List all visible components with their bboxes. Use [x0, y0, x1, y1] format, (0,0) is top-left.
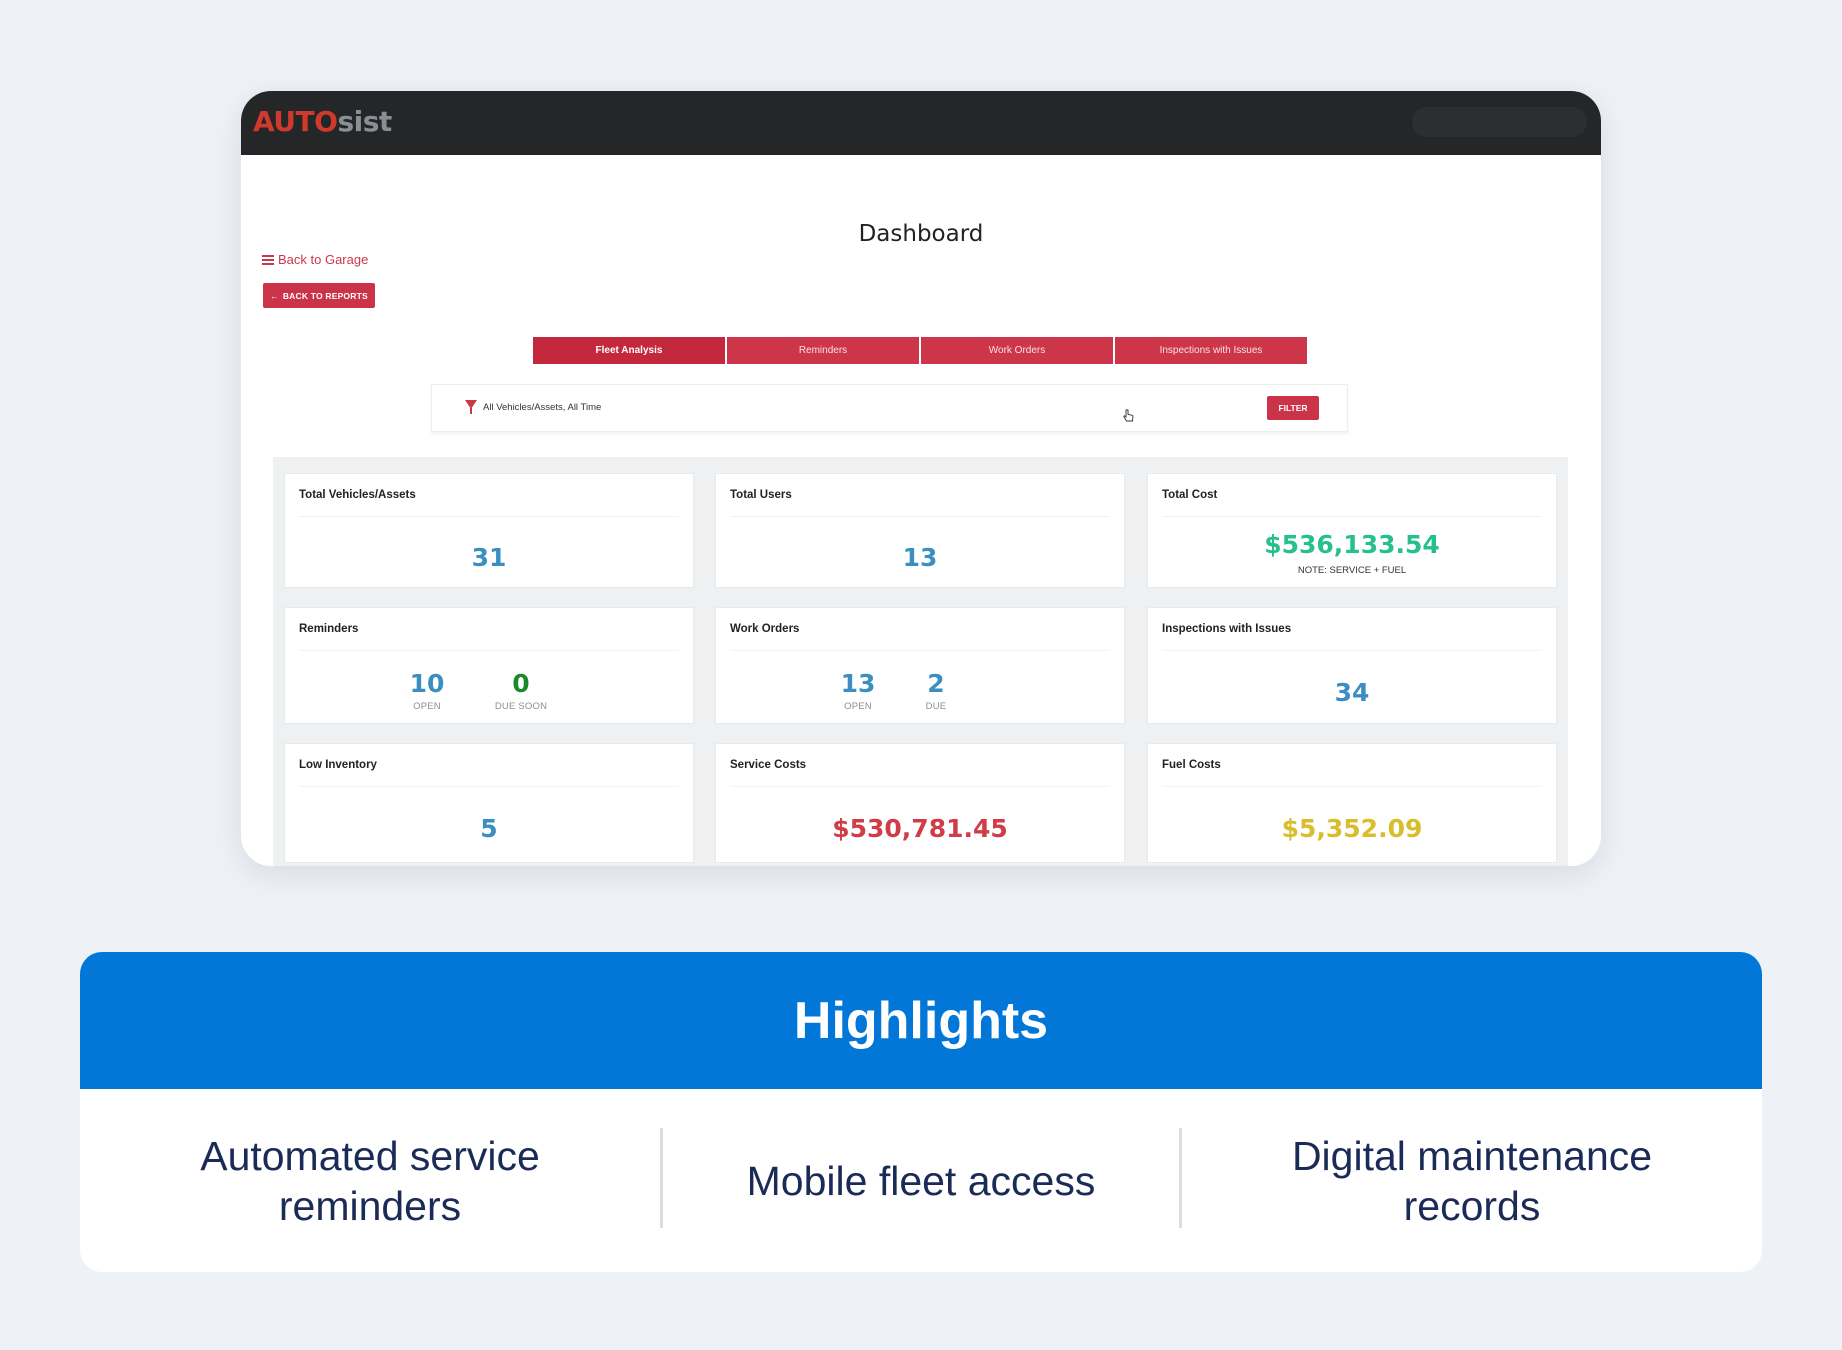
reminders-due-soon-label: DUE SOON	[494, 701, 548, 712]
autosist-logo[interactable]: AUTOsist	[253, 105, 392, 138]
work-orders-open: 13 OPEN	[813, 669, 903, 712]
tab-reminders[interactable]: Reminders	[727, 337, 919, 364]
highlight-digital-records: Digital maintenance records	[1182, 1089, 1762, 1272]
tab-inspections-with-issues[interactable]: Inspections with Issues	[1115, 337, 1307, 364]
arrow-left-icon: ←	[270, 290, 279, 301]
card-fuel-costs[interactable]: Fuel Costs $5,352.09	[1147, 743, 1557, 863]
highlights-panel: Highlights Automated service reminders Mo…	[80, 952, 1762, 1272]
card-title: Low Inventory	[299, 759, 377, 771]
tab-work-orders[interactable]: Work Orders	[921, 337, 1113, 364]
card-service-costs[interactable]: Service Costs $530,781.45	[715, 743, 1125, 863]
filter-bar: All Vehicles/Assets, All Time FILTER	[431, 384, 1348, 432]
reminders-open-label: OPEN	[413, 701, 441, 712]
total-cost-value: $536,133.54	[1264, 530, 1440, 559]
back-to-garage-label: Back to Garage	[278, 252, 369, 267]
card-low-inventory[interactable]: Low Inventory 5	[284, 743, 694, 863]
card-title: Fuel Costs	[1162, 759, 1221, 771]
card-divider	[1162, 786, 1542, 787]
highlight-automated-reminders: Automated service reminders	[80, 1089, 660, 1272]
highlight-line: records	[1403, 1182, 1541, 1229]
work-orders-due-label: DUE	[925, 701, 947, 712]
total-cost-note: NOTE: SERVICE + FUEL	[1297, 565, 1407, 576]
back-to-reports-button[interactable]: ← BACK TO REPORTS	[263, 283, 375, 308]
work-orders-due-count: 2	[927, 669, 945, 698]
card-reminders[interactable]: Reminders 10 OPEN 0 DUE SOON	[284, 607, 694, 724]
card-divider	[730, 516, 1110, 517]
card-divider	[730, 650, 1110, 651]
reminders-open: 10 OPEN	[382, 669, 472, 712]
card-work-orders[interactable]: Work Orders 13 OPEN 2 DUE	[715, 607, 1125, 724]
service-costs-value: $530,781.45	[832, 814, 1008, 843]
card-total-users[interactable]: Total Users 13	[715, 473, 1125, 588]
card-divider	[299, 650, 679, 651]
card-title: Total Users	[730, 489, 792, 501]
highlight-line: Mobile fleet access	[746, 1157, 1096, 1204]
page-title: Dashboard	[858, 221, 984, 247]
total-users-value: 13	[902, 543, 938, 572]
card-divider	[1162, 516, 1542, 517]
highlight-mobile-access: Mobile fleet access	[663, 1089, 1179, 1272]
low-inventory-value: 5	[480, 814, 498, 843]
highlight-line: Digital maintenance	[1291, 1132, 1653, 1179]
fuel-costs-value: $5,352.09	[1281, 814, 1423, 843]
card-title: Total Vehicles/Assets	[299, 489, 416, 501]
card-title: Inspections with Issues	[1162, 623, 1292, 635]
back-to-garage-link[interactable]: Back to Garage	[262, 252, 368, 267]
card-total-cost[interactable]: Total Cost $536,133.54 NOTE: SERVICE + F…	[1147, 473, 1557, 588]
card-title: Work Orders	[730, 623, 800, 635]
filter-funnel-icon	[465, 400, 477, 414]
reminders-due-soon-count: 0	[512, 669, 530, 698]
filter-summary: All Vehicles/Assets, All Time	[483, 402, 602, 413]
list-icon	[262, 254, 274, 265]
work-orders-open-count: 13	[840, 669, 876, 698]
navbar-search-box[interactable]	[1412, 107, 1587, 137]
reminders-due-soon: 0 DUE SOON	[476, 669, 566, 712]
total-vehicles-value: 31	[471, 543, 507, 572]
highlights-title: Highlights	[793, 991, 1049, 1050]
card-title: Total Cost	[1162, 489, 1218, 501]
inspections-value: 34	[1334, 678, 1370, 707]
card-total-vehicles[interactable]: Total Vehicles/Assets 31	[284, 473, 694, 588]
work-orders-open-label: OPEN	[844, 701, 872, 712]
hand-cursor-icon	[1123, 409, 1134, 422]
card-divider	[299, 516, 679, 517]
highlight-line: Automated service	[200, 1132, 540, 1179]
card-title: Service Costs	[730, 759, 807, 771]
reminders-open-count: 10	[409, 669, 445, 698]
filter-button[interactable]: FILTER	[1267, 396, 1319, 420]
logo-secondary: sist	[337, 105, 392, 138]
card-title: Reminders	[299, 623, 359, 635]
card-divider	[1162, 650, 1542, 651]
work-orders-due: 2 DUE	[891, 669, 981, 712]
card-divider	[299, 786, 679, 787]
app-screenshot: AUTOsist Dashboard Back to Garage ← BACK…	[241, 91, 1601, 866]
highlights-header: Highlights	[80, 952, 1762, 1089]
card-divider	[730, 786, 1110, 787]
logo-primary: AUTO	[253, 105, 338, 138]
top-navbar: AUTOsist	[241, 91, 1601, 155]
tab-fleet-analysis[interactable]: Fleet Analysis	[533, 337, 725, 364]
card-inspections-with-issues[interactable]: Inspections with Issues 34	[1147, 607, 1557, 724]
highlight-line: reminders	[278, 1182, 462, 1229]
stats-grid: Total Vehicles/Assets 31 Total Users 13 …	[273, 457, 1568, 866]
back-to-reports-label: BACK TO REPORTS	[282, 290, 368, 301]
report-tabs: Fleet Analysis Reminders Work Orders Ins…	[533, 337, 1307, 364]
